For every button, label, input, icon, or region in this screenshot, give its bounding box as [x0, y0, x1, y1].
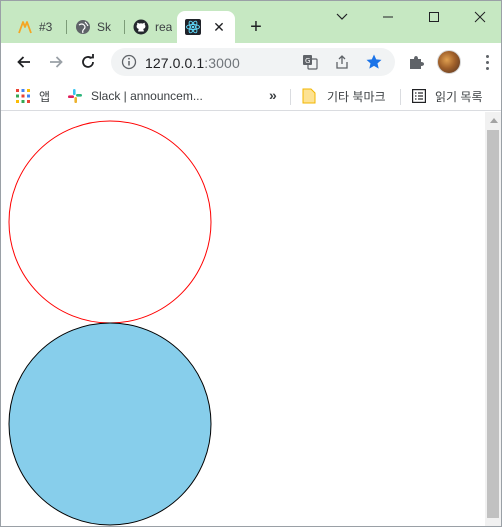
menu-dots-icon[interactable] — [477, 52, 497, 72]
scrollbar-thumb[interactable] — [487, 130, 499, 518]
close-icon[interactable]: ✕ — [211, 19, 227, 35]
filled-circle — [8, 322, 212, 526]
tab-3[interactable]: rea — [125, 11, 177, 43]
bookmark-star-icon[interactable] — [365, 53, 383, 71]
translate-icon[interactable]: G — [301, 53, 319, 71]
url-text[interactable]: 127.0.0.1:3000 — [145, 55, 240, 71]
window-close-button[interactable] — [457, 1, 501, 33]
extensions-puzzle-icon[interactable] — [407, 53, 425, 71]
back-button[interactable] — [10, 48, 38, 76]
tab-3-title: rea — [155, 20, 173, 34]
share-icon[interactable] — [333, 53, 351, 71]
browser-toolbar: 127.0.0.1:3000 G — [1, 43, 501, 81]
github-icon — [133, 19, 149, 35]
reading-list-icon — [411, 88, 427, 104]
bookmark-slack-label: Slack | announcem... — [91, 89, 203, 103]
bookmark-apps[interactable]: 앱 — [15, 85, 50, 107]
tab-1-title: #3 — [39, 20, 53, 34]
maximize-button[interactable] — [411, 1, 457, 33]
tab-2-title: Sk — [97, 20, 112, 34]
reading-list-button[interactable]: 읽기 목록 — [411, 85, 483, 107]
new-tab-button[interactable]: + — [245, 16, 267, 38]
outlined-circle — [8, 120, 212, 324]
bookmark-other-folder[interactable]: 기타 북마크 — [301, 85, 386, 107]
reload-icon — [82, 54, 94, 68]
drawing-canvas — [8, 120, 212, 526]
browser-window: #3 Sk rea ✕ + 127.0.0.1:3000 G 앱 Slack |… — [0, 0, 502, 527]
minimize-button[interactable] — [365, 1, 411, 33]
url-host: 127.0.0.1 — [145, 55, 205, 71]
back-arrow-icon — [17, 56, 30, 68]
vertical-scrollbar[interactable] — [485, 112, 501, 526]
url-port: :3000 — [204, 55, 240, 71]
tab-4-active[interactable]: ✕ — [177, 11, 235, 43]
folder-icon — [301, 88, 317, 104]
slack-icon — [67, 88, 83, 104]
reading-list-label: 읽기 목록 — [435, 89, 483, 104]
scroll-up-arrow-icon[interactable] — [485, 112, 501, 129]
tab-1[interactable]: #3 — [9, 11, 67, 43]
tab-2[interactable]: Sk — [67, 11, 125, 43]
globe-icon — [75, 19, 91, 35]
profile-avatar[interactable] — [437, 50, 461, 74]
bookmarks-divider-2 — [400, 89, 401, 105]
reload-button[interactable] — [74, 48, 102, 76]
page-content — [1, 112, 485, 526]
apps-grid-icon — [15, 88, 31, 104]
tab-strip: #3 Sk rea ✕ + — [1, 1, 501, 43]
info-icon[interactable] — [121, 54, 137, 70]
address-bar[interactable]: 127.0.0.1:3000 G — [111, 48, 395, 76]
bookmark-other-label: 기타 북마크 — [327, 89, 386, 104]
warning-triangle-icon — [17, 19, 33, 35]
svg-text:G: G — [305, 57, 310, 65]
chevron-down-icon[interactable] — [319, 1, 365, 33]
bookmark-slack[interactable]: Slack | announcem... — [67, 85, 203, 107]
forward-arrow-icon — [50, 56, 63, 68]
bookmarks-divider — [290, 89, 291, 105]
bookmark-apps-label: 앱 — [39, 89, 51, 104]
bookmarks-overflow-button[interactable]: » — [269, 87, 277, 103]
bookmarks-bar: 앱 Slack | announcem... » 기타 북마크 읽기 목록 — [1, 81, 501, 111]
forward-button[interactable] — [42, 48, 70, 76]
react-icon — [185, 19, 201, 35]
